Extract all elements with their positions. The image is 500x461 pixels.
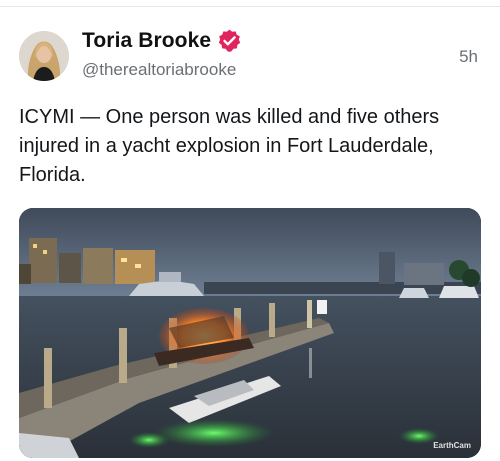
video-frame <box>19 208 481 458</box>
author-name[interactable]: Toria Brooke <box>82 29 211 53</box>
author-name-row: Toria Brooke <box>82 28 242 53</box>
tweet-timestamp[interactable]: 5h <box>459 47 478 67</box>
verified-badge-icon <box>217 28 242 53</box>
author-handle[interactable]: @therealtoriabrooke <box>82 60 236 80</box>
avatar-image <box>19 31 69 81</box>
top-divider <box>0 6 500 7</box>
author-avatar[interactable] <box>19 31 69 81</box>
earthcam-watermark: EarthCam <box>433 441 471 450</box>
tweet-text: ICYMI — One person was killed and five o… <box>19 106 440 186</box>
tweet-media-video[interactable]: EarthCam <box>19 208 481 458</box>
